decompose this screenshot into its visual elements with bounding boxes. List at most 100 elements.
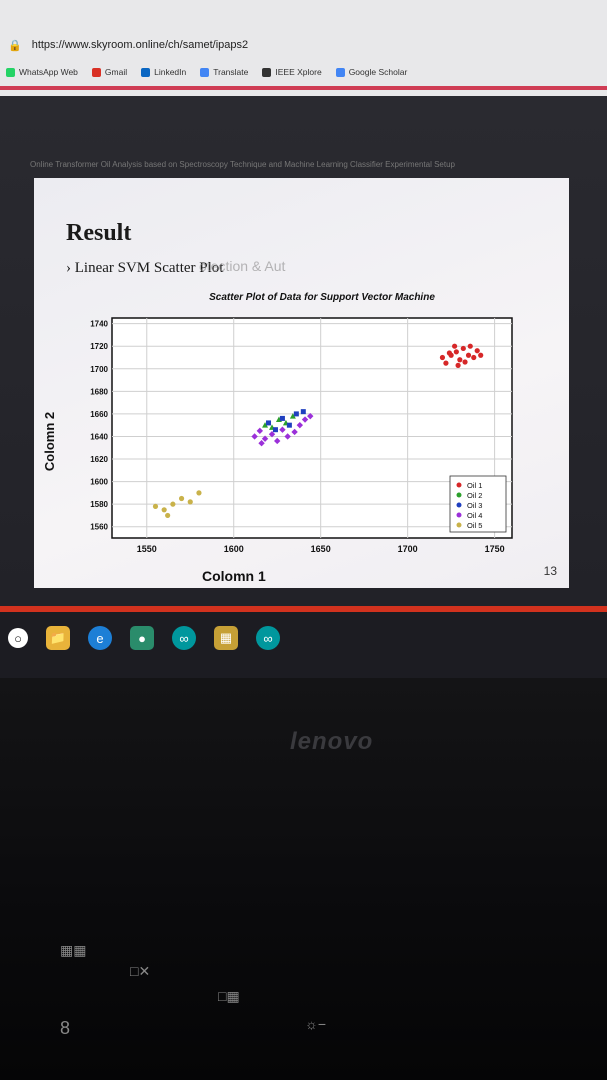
- legend-label: Oil 1: [467, 481, 482, 490]
- address-bar[interactable]: 🔒 https://www.skyroom.online/ch/samet/ip…: [0, 32, 607, 58]
- bookmark-label: Translate: [213, 67, 249, 77]
- x-axis-label: Colomn 1: [202, 568, 266, 584]
- legend-label: Oil 3: [467, 501, 482, 510]
- legend-label: Oil 5: [467, 521, 482, 530]
- slide-watermark: otection & Aut: [199, 258, 286, 274]
- x-tick-label: 1600: [224, 544, 244, 554]
- start-button-icon[interactable]: ○: [8, 628, 28, 648]
- legend-label: Oil 4: [467, 511, 482, 520]
- data-point: [474, 348, 480, 354]
- laptop-logo: lenovo: [290, 728, 374, 755]
- arduino-icon-2[interactable]: ∞: [256, 626, 280, 650]
- bookmark-item[interactable]: Gmail: [91, 67, 128, 77]
- taskbar-accent: [0, 606, 607, 612]
- bookmark-label: LinkedIn: [154, 67, 187, 77]
- data-point: [455, 362, 461, 368]
- data-point: [457, 357, 463, 363]
- data-point: [446, 350, 452, 356]
- slide-heading: Result: [66, 220, 132, 246]
- data-point: [161, 507, 167, 513]
- bookmark-icon: [6, 67, 15, 77]
- data-point: [286, 422, 292, 428]
- bookmark-label: Google Scholar: [348, 67, 408, 77]
- x-tick-label: 1700: [398, 544, 418, 554]
- data-point: [453, 349, 459, 355]
- y-tick-label: 1720: [90, 342, 108, 351]
- chart-svg: 1550 1600 1650 1700 1750 1560 1580 1600 1620 1640…: [90, 317, 513, 554]
- chrome-browser-icon[interactable]: ●: [130, 626, 154, 650]
- data-point: [465, 352, 472, 358]
- data-point: [460, 345, 466, 352]
- bookmark-icon: [91, 67, 101, 77]
- bookmark-label: WhatsApp Web: [19, 67, 78, 77]
- bookmark-item[interactable]: Translate: [200, 67, 248, 77]
- image-viewer-icon[interactable]: ▦: [214, 626, 238, 650]
- lock-icon: 🔒: [8, 39, 22, 52]
- data-point: [279, 415, 285, 421]
- data-point: [165, 512, 171, 519]
- legend-label: Oil 2: [467, 491, 482, 500]
- bookmark-item[interactable]: WhatsApp Web: [6, 67, 78, 77]
- data-point: [462, 359, 468, 365]
- data-point: [471, 354, 477, 361]
- data-point: [452, 343, 458, 349]
- data-point: [300, 409, 306, 415]
- legend-swatch: [456, 522, 462, 528]
- y-tick-label: 1700: [90, 365, 108, 374]
- bookmark-icon: [141, 67, 151, 77]
- file-explorer-icon[interactable]: 📁: [46, 626, 70, 650]
- scatter-chart: Scatter Plot of Data for Support Vector …: [42, 284, 532, 584]
- laptop-body: lenovo ▦▦ □✕ □▦ ☼− 8: [0, 678, 607, 1080]
- f10-key[interactable]: □▦: [218, 988, 240, 1005]
- bookmark-label: Gmail: [104, 67, 128, 77]
- bookmarks-bar: WhatsApp Web Gmail LinkedIn Translate IEEE X…: [0, 58, 607, 86]
- data-point: [478, 352, 484, 358]
- data-point: [178, 495, 185, 502]
- browser-window: 🔒 https://www.skyroom.online/ch/samet/ip…: [0, 0, 607, 96]
- f9-key[interactable]: □✕: [130, 963, 150, 980]
- page-number: 13: [543, 564, 557, 578]
- bookmark-item[interactable]: LinkedIn: [141, 67, 186, 77]
- x-tick-label: 1750: [485, 544, 505, 554]
- slide: Result › Linear SVM Scatter Plot otectio…: [34, 178, 569, 588]
- y-tick-label: 1680: [90, 387, 108, 396]
- eight-key[interactable]: 8: [60, 1018, 70, 1039]
- bookmark-icon: [200, 67, 210, 77]
- legend-swatch: [456, 492, 462, 498]
- arduino-icon[interactable]: ∞: [172, 626, 196, 650]
- data-point: [272, 427, 278, 433]
- data-point: [293, 411, 299, 417]
- data-point: [187, 499, 193, 505]
- legend-swatch: [456, 502, 462, 508]
- y-tick-label: 1580: [90, 500, 108, 509]
- bookmark-label: IEEE Xplore: [275, 67, 322, 77]
- y-tick-label: 1600: [90, 478, 108, 487]
- url-text[interactable]: https://www.skyroom.online/ch/samet/ipap…: [32, 39, 248, 51]
- f11-key[interactable]: ☼−: [305, 1016, 326, 1032]
- legend-swatch: [456, 482, 462, 488]
- x-tick-label: 1550: [137, 544, 157, 554]
- browser-accent-bar: [0, 86, 607, 90]
- x-tick-label: 1650: [311, 544, 331, 554]
- data-point: [266, 420, 272, 426]
- y-tick-label: 1660: [90, 410, 108, 419]
- taskbar: ○ 📁 e ● ∞ ▦ ∞: [0, 606, 607, 678]
- data-point: [152, 503, 159, 510]
- data-point: [170, 501, 176, 507]
- bookmark-icon: [262, 67, 272, 77]
- legend-swatch: [456, 512, 462, 518]
- keyboard: ▦▦ □✕ □▦ ☼− 8: [0, 918, 607, 1078]
- y-tick-label: 1620: [90, 455, 108, 464]
- data-point: [443, 360, 449, 366]
- document-title: Online Transformer Oil Analysis based on…: [30, 160, 455, 169]
- y-tick-label: 1740: [90, 320, 108, 329]
- edge-browser-icon[interactable]: e: [88, 626, 112, 650]
- data-point: [439, 354, 446, 361]
- y-tick-label: 1560: [90, 523, 108, 532]
- bookmark-icon: [335, 67, 345, 77]
- y-tick-label: 1640: [90, 432, 108, 441]
- bookmark-item[interactable]: IEEE Xplore: [262, 67, 322, 77]
- data-point: [467, 343, 473, 349]
- bookmark-item[interactable]: Google Scholar: [335, 67, 408, 77]
- f8-key[interactable]: ▦▦: [60, 942, 86, 959]
